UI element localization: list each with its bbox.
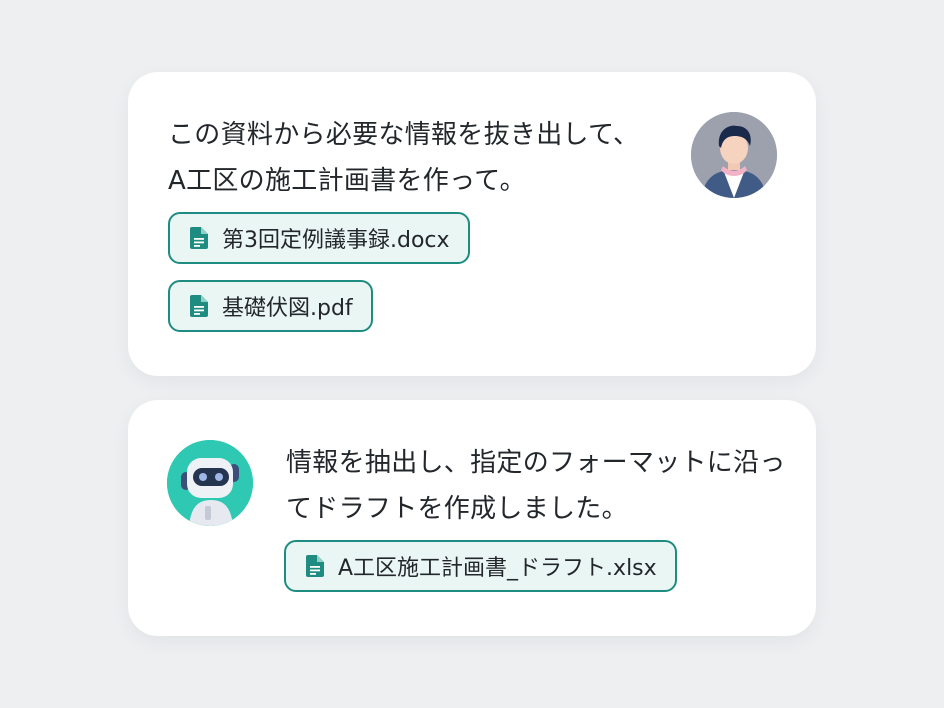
bot-message-text: 情報を抽出し、指定のフォーマットに沿っ てドラフトを作成しました。 — [286, 440, 786, 532]
robot-icon — [167, 440, 253, 526]
document-icon — [190, 227, 208, 249]
document-icon — [306, 555, 324, 577]
user-message-line-1: この資料から必要な情報を抜き出して、 — [168, 120, 640, 150]
bot-message-line-2: てドラフトを作成しました。 — [286, 494, 628, 524]
document-icon — [190, 295, 208, 317]
attachment-chip-minutes[interactable]: 第3回定例議事録.docx — [168, 212, 470, 264]
user-message-line-2: A工区の施工計画書を作って。 — [168, 166, 526, 196]
user-message-text: この資料から必要な情報を抜き出して、 A工区の施工計画書を作って。 — [168, 112, 639, 204]
bot-message-line-1: 情報を抽出し、指定のフォーマットに沿っ — [286, 448, 786, 478]
bot-message-card: 情報を抽出し、指定のフォーマットに沿っ てドラフトを作成しました。 A工区施工計… — [128, 400, 816, 636]
attachment-chip-foundation-plan[interactable]: 基礎伏図.pdf — [168, 280, 373, 332]
attachment-chip-draft-xlsx[interactable]: A工区施工計画書_ドラフト.xlsx — [284, 540, 677, 592]
attachment-name: A工区施工計画書_ドラフト.xlsx — [338, 556, 657, 581]
attachment-name: 第3回定例議事録.docx — [222, 228, 450, 253]
attachment-name: 基礎伏図.pdf — [222, 296, 353, 321]
person-icon — [691, 112, 777, 198]
user-avatar — [691, 112, 777, 198]
robot-avatar — [167, 440, 253, 526]
user-message-card: この資料から必要な情報を抜き出して、 A工区の施工計画書を作って。 第3回定例議… — [128, 72, 816, 376]
